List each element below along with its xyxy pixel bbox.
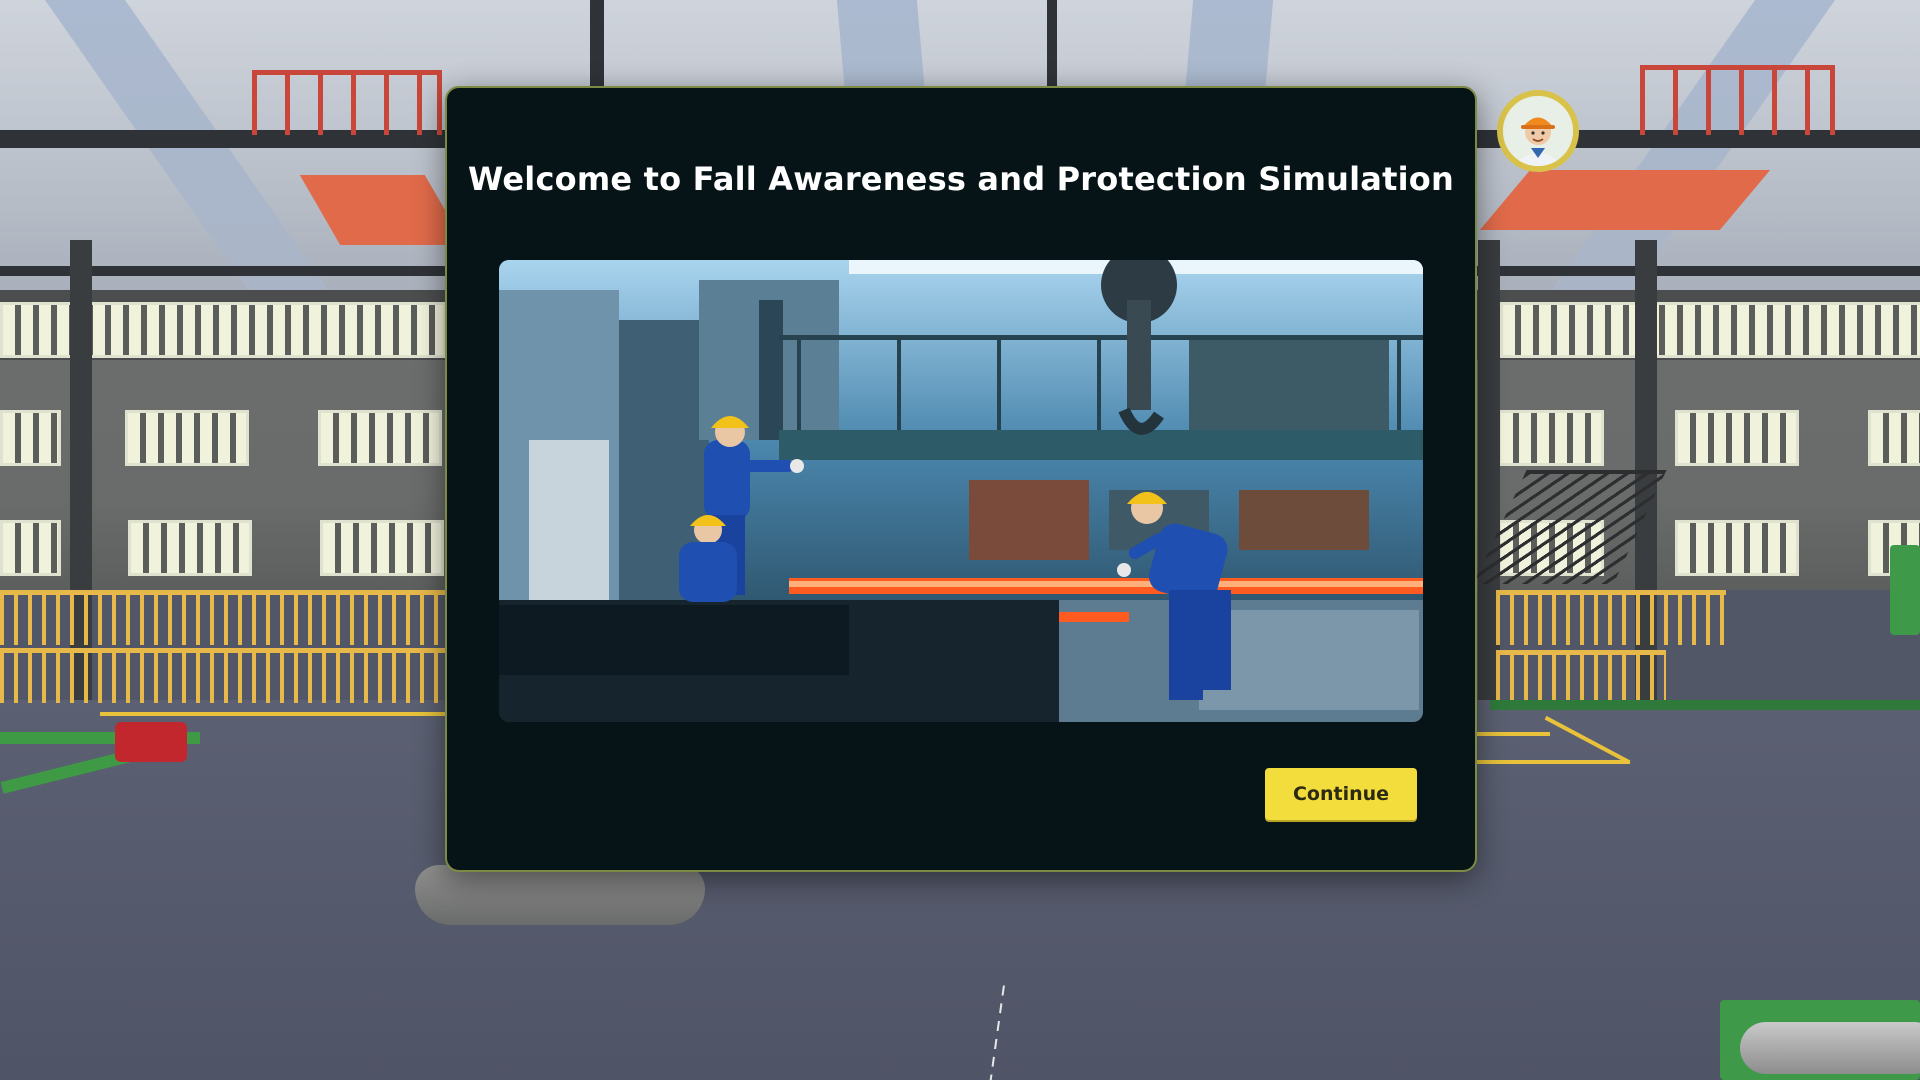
floor-marking	[1470, 732, 1550, 736]
steel-mill-workers-image	[499, 260, 1423, 722]
floor-marking	[1470, 760, 1630, 764]
safety-fence	[0, 590, 450, 645]
window	[1498, 410, 1604, 466]
grey-roller	[1740, 1022, 1920, 1074]
dialog-title: Welcome to Fall Awareness and Protection…	[468, 160, 1454, 198]
window	[1675, 410, 1799, 466]
window	[128, 520, 252, 576]
crane-cage-left	[252, 70, 442, 135]
avatar-illustration	[1503, 96, 1573, 166]
window-row	[1500, 302, 1920, 358]
window	[320, 520, 444, 576]
green-machine	[1890, 545, 1920, 635]
continue-button[interactable]: Continue	[1265, 768, 1417, 820]
floor-marking	[100, 712, 450, 716]
steel-mill-illustration	[499, 260, 1423, 722]
safety-fence	[0, 648, 450, 703]
worker-avatar-icon[interactable]	[1497, 90, 1579, 172]
simulation-scene: Welcome to Fall Awareness and Protection…	[0, 0, 1920, 1080]
welcome-dialog: Welcome to Fall Awareness and Protection…	[445, 86, 1477, 872]
ceiling-beam	[1047, 0, 1057, 90]
window	[1675, 520, 1799, 576]
crane-rail-right	[1479, 170, 1771, 230]
ceiling-beam	[590, 0, 604, 90]
floating-rock	[415, 865, 705, 925]
safety-fence	[1496, 650, 1666, 705]
window	[1868, 410, 1920, 466]
window	[125, 410, 249, 466]
steel-column	[1478, 240, 1500, 720]
window	[0, 520, 61, 576]
safety-fence	[1496, 590, 1726, 645]
window	[0, 410, 61, 466]
window	[318, 410, 442, 466]
crane-cage-right	[1640, 65, 1835, 135]
window-row	[0, 302, 446, 358]
green-conveyor	[1490, 700, 1920, 710]
red-machine-part	[115, 722, 187, 762]
